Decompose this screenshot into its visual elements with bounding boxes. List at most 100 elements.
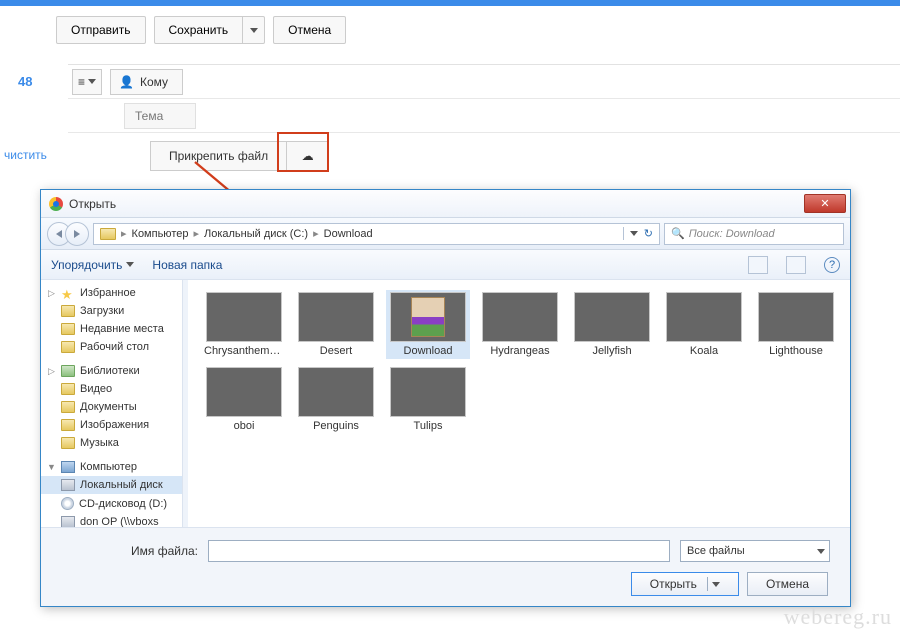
folder-icon bbox=[61, 419, 75, 431]
file-thumbnail bbox=[574, 292, 650, 342]
tree-favorites[interactable]: ▷★Избранное bbox=[41, 284, 182, 302]
chevron-right-icon: ▸ bbox=[121, 227, 127, 240]
folder-icon bbox=[100, 228, 116, 240]
crumb-folder[interactable]: Download bbox=[324, 228, 373, 240]
save-dropdown[interactable] bbox=[243, 16, 265, 44]
dialog-titlebar[interactable]: Открыть ✕ bbox=[41, 190, 850, 218]
file-item[interactable]: Jellyfish bbox=[570, 290, 654, 359]
tree-pictures[interactable]: Изображения bbox=[41, 416, 182, 434]
subject-input[interactable] bbox=[196, 103, 900, 129]
file-label: oboi bbox=[204, 420, 284, 432]
file-label: Tulips bbox=[388, 420, 468, 432]
clear-link[interactable]: чистить bbox=[4, 148, 47, 162]
cloud-icon: ☁ bbox=[302, 149, 314, 163]
file-item[interactable]: Lighthouse bbox=[754, 290, 838, 359]
file-label: Hydrangeas bbox=[480, 345, 560, 357]
chevron-right-icon: ▸ bbox=[313, 227, 319, 240]
file-item[interactable]: Desert bbox=[294, 290, 378, 359]
nav-forward-button[interactable] bbox=[65, 222, 89, 246]
file-label: Jellyfish bbox=[572, 345, 652, 357]
file-label: Koala bbox=[664, 345, 744, 357]
file-item[interactable]: Penguins bbox=[294, 365, 378, 434]
chevron-down-icon bbox=[126, 262, 134, 267]
to-label: Кому bbox=[140, 75, 168, 89]
drive-icon bbox=[61, 516, 75, 527]
folder-icon bbox=[61, 383, 75, 395]
tree-desktop[interactable]: Рабочий стол bbox=[41, 338, 182, 356]
file-item[interactable]: Hydrangeas bbox=[478, 290, 562, 359]
new-folder-button[interactable]: Новая папка bbox=[152, 258, 222, 272]
tree-network-share[interactable]: don OP (\\vboxs bbox=[41, 513, 182, 527]
file-label: Desert bbox=[296, 345, 376, 357]
preview-pane-button[interactable] bbox=[786, 256, 806, 274]
cd-icon bbox=[61, 497, 74, 510]
file-label: Lighthouse bbox=[756, 345, 836, 357]
tree-libraries[interactable]: ▷Библиотеки bbox=[41, 362, 182, 380]
folder-icon bbox=[61, 323, 75, 335]
dialog-footer: Имя файла: Все файлы Открыть Отмена bbox=[41, 527, 850, 606]
file-thumbnail bbox=[206, 367, 282, 417]
refresh-icon[interactable]: ↻ bbox=[644, 227, 653, 240]
tree-computer[interactable]: ▼Компьютер bbox=[41, 458, 182, 476]
crumb-computer[interactable]: Компьютер bbox=[132, 228, 189, 240]
file-item[interactable]: oboi bbox=[202, 365, 286, 434]
chevron-down-icon bbox=[250, 28, 258, 33]
star-icon: ★ bbox=[61, 287, 75, 299]
arrow-right-icon bbox=[74, 230, 80, 238]
arrow-left-icon bbox=[56, 230, 62, 238]
folder-icon bbox=[61, 437, 75, 449]
open-button[interactable]: Открыть bbox=[631, 572, 739, 596]
file-thumbnail bbox=[758, 292, 834, 342]
file-thumbnail bbox=[482, 292, 558, 342]
library-icon bbox=[61, 365, 75, 377]
tree-documents[interactable]: Документы bbox=[41, 398, 182, 416]
close-button[interactable]: ✕ bbox=[804, 194, 846, 213]
send-button[interactable]: Отправить bbox=[56, 16, 146, 44]
view-options-button[interactable] bbox=[748, 256, 768, 274]
attach-file-button[interactable]: Прикрепить файл bbox=[150, 141, 287, 171]
fields-menu-button[interactable]: ≡ bbox=[72, 69, 102, 95]
file-type-filter[interactable]: Все файлы bbox=[680, 540, 830, 562]
compose-area: Отправить Сохранить Отмена ≡ 👤 Кому Тема… bbox=[0, 6, 900, 179]
tree-cd-drive[interactable]: CD-дисковод (D:) bbox=[41, 494, 182, 513]
file-open-dialog: Открыть ✕ ▸ Компьютер ▸ Локальный диск (… bbox=[40, 189, 851, 607]
compose-fields: ≡ 👤 Кому Тема Прикрепить файл ☁ bbox=[68, 64, 900, 179]
folder-icon bbox=[61, 401, 75, 413]
tree-downloads[interactable]: Загрузки bbox=[41, 302, 182, 320]
computer-icon bbox=[61, 461, 75, 473]
help-button[interactable]: ? bbox=[824, 257, 840, 273]
tree-local-disk[interactable]: Локальный диск bbox=[41, 476, 182, 494]
attach-from-cloud-button[interactable]: ☁ bbox=[287, 141, 329, 171]
subject-label: Тема bbox=[124, 103, 196, 129]
file-item[interactable]: Tulips bbox=[386, 365, 470, 434]
cancel-button[interactable]: Отмена bbox=[273, 16, 346, 44]
crumb-drive[interactable]: Локальный диск (C:) bbox=[204, 228, 308, 240]
file-item[interactable]: Koala bbox=[662, 290, 746, 359]
dialog-navbar: ▸ Компьютер ▸ Локальный диск (C:) ▸ Down… bbox=[41, 218, 850, 250]
organize-menu[interactable]: Упорядочить bbox=[51, 258, 134, 272]
watermark: webereg.ru bbox=[784, 604, 892, 630]
tree-music[interactable]: Музыка bbox=[41, 434, 182, 452]
address-breadcrumb[interactable]: ▸ Компьютер ▸ Локальный диск (C:) ▸ Down… bbox=[93, 223, 660, 245]
filename-input[interactable] bbox=[208, 540, 670, 562]
folder-icon bbox=[61, 341, 75, 353]
dialog-cancel-button[interactable]: Отмена bbox=[747, 572, 828, 596]
file-list: Chrysanthemum Desert Download Hydrangeas Jel… bbox=[188, 280, 850, 527]
save-button[interactable]: Сохранить bbox=[154, 16, 244, 44]
chevron-down-icon bbox=[817, 549, 825, 554]
folder-icon bbox=[61, 305, 75, 317]
search-input[interactable]: 🔍 Поиск: Download bbox=[664, 223, 844, 245]
file-item[interactable]: Download bbox=[386, 290, 470, 359]
unread-count: 48 bbox=[18, 74, 32, 89]
to-picker-button[interactable]: 👤 Кому bbox=[110, 69, 183, 95]
save-split: Сохранить bbox=[154, 16, 266, 44]
to-input[interactable] bbox=[183, 69, 900, 95]
file-item[interactable]: Chrysanthemum bbox=[202, 290, 286, 359]
file-thumbnail bbox=[390, 292, 466, 342]
chevron-down-icon[interactable] bbox=[630, 231, 638, 236]
search-placeholder: Поиск: Download bbox=[689, 228, 775, 240]
filename-label: Имя файла: bbox=[131, 544, 198, 558]
tree-video[interactable]: Видео bbox=[41, 380, 182, 398]
chevron-down-icon bbox=[88, 79, 96, 84]
tree-recent[interactable]: Недавние места bbox=[41, 320, 182, 338]
